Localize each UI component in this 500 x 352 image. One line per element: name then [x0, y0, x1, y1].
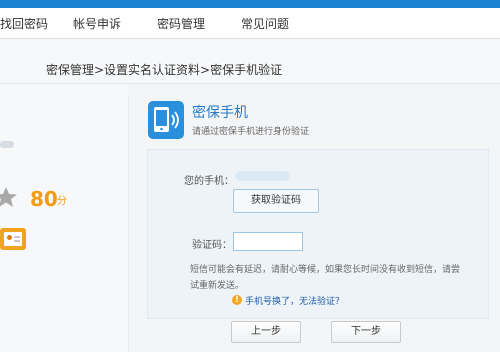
top-accent-bar — [0, 0, 500, 8]
vertical-divider — [128, 96, 129, 352]
breadcrumb-area: 密保管理>设置实名认证资料>密保手机验证 — [0, 39, 500, 84]
previous-step-button[interactable]: 上一步 — [231, 321, 301, 343]
code-label: 验证码： — [192, 240, 232, 251]
id-card-icon[interactable] — [0, 228, 26, 250]
nav-item-password-management[interactable]: 密码管理 — [157, 15, 205, 32]
panel-subtitle: 请通过密保手机进行身份验证 — [192, 127, 310, 137]
phone-label: 您的手机： — [184, 176, 234, 187]
panel-title: 密保手机 — [192, 105, 248, 121]
next-step-button[interactable]: 下一步 — [331, 321, 401, 343]
left-profile-panel — [0, 84, 128, 352]
security-score: 80 — [30, 187, 58, 211]
verification-code-input[interactable] — [233, 232, 303, 251]
masked-phone-number — [235, 171, 290, 181]
nav-item-recover-password[interactable]: 找回密码 — [0, 15, 48, 32]
phone-icon — [148, 101, 184, 139]
phone-changed-link[interactable]: 手机号换了，无法验证？ — [245, 294, 344, 307]
nav-item-account-appeal[interactable]: 帐号申诉 — [73, 15, 121, 32]
nav-item-faq[interactable]: 常见问题 — [241, 15, 289, 32]
get-code-button[interactable]: 获取验证码 — [233, 189, 319, 213]
star-icon — [0, 187, 17, 207]
sms-delay-hint: 短信可能会有延迟，请耐心等候，如果您长时间没有收到短信，请尝试重新发送。 — [190, 265, 461, 291]
breadcrumb: 密保管理>设置实名认证资料>密保手机验证 — [46, 63, 283, 77]
top-navigation: 找回密码 帐号申诉 密码管理 常见问题 — [0, 8, 500, 39]
security-score-unit: 分 — [57, 196, 67, 207]
redacted-username-bar — [0, 141, 14, 148]
warning-icon: ! — [232, 295, 242, 305]
